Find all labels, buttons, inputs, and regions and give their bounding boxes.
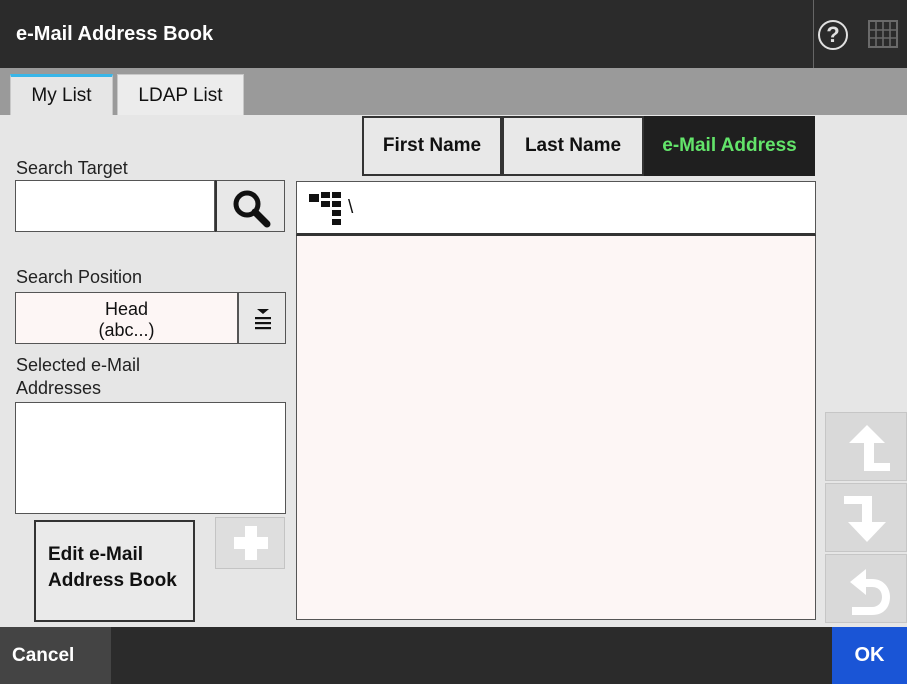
search-position-value-line1: Head [104, 299, 149, 319]
help-icon[interactable]: ? [818, 20, 848, 50]
scroll-down-button[interactable] [825, 483, 907, 552]
search-target-label: Search Target [16, 158, 128, 178]
search-position-select[interactable]: Head (abc...) [15, 292, 238, 344]
dropdown-button[interactable] [238, 292, 286, 344]
return-arrow-icon [850, 569, 890, 615]
cancel-button[interactable]: Cancel [0, 627, 111, 684]
plus-icon [234, 526, 268, 560]
folder-path-bar[interactable] [296, 181, 816, 236]
folder-path-text: \ [348, 197, 354, 218]
address-list[interactable] [296, 236, 816, 620]
add-button[interactable] [215, 517, 285, 569]
search-target-input[interactable] [15, 180, 215, 232]
folder-tree-icon [309, 192, 341, 225]
footer-bar [0, 627, 907, 684]
back-button[interactable] [825, 554, 907, 623]
sort-last-name-button[interactable]: Last Name [502, 116, 644, 176]
dropdown-list-icon [255, 309, 271, 330]
edit-address-book-button[interactable]: Edit e-Mail Address Book [34, 520, 195, 622]
sort-email-address-button[interactable]: e-Mail Address [644, 116, 815, 176]
tab-ldap-list[interactable]: LDAP List [117, 74, 244, 115]
scroll-up-button[interactable] [825, 412, 907, 481]
arrow-up-icon [849, 425, 890, 471]
selected-addresses-list[interactable] [15, 402, 286, 514]
window-title: e-Mail Address Book [16, 23, 214, 45]
search-position-value-line2: (abc...) [98, 320, 155, 340]
sort-first-name-button[interactable]: First Name [362, 116, 502, 176]
search-button[interactable] [215, 180, 285, 232]
search-position-label: Search Position [16, 267, 143, 287]
keyboard-icon[interactable] [868, 20, 898, 48]
tab-my-list[interactable]: My List [10, 74, 113, 115]
search-icon [233, 190, 271, 228]
header-divider [813, 0, 814, 68]
selected-addresses-label: Selected e-Mail Addresses [16, 355, 141, 398]
ok-button[interactable]: OK [832, 627, 907, 684]
arrow-down-icon [844, 496, 886, 542]
